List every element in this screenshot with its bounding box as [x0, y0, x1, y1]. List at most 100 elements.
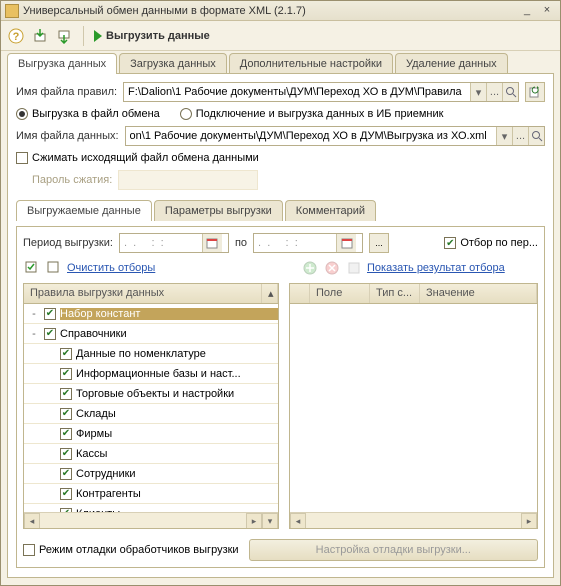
close-button[interactable]: × — [538, 4, 556, 18]
filter-grid-empty — [290, 304, 537, 512]
titlebar: Универсальный обмен данными в формате XM… — [1, 1, 560, 21]
radio-file[interactable]: Выгрузка в файл обмена — [16, 108, 160, 120]
tree-node[interactable]: ✔Контрагенты — [24, 484, 278, 504]
period-from — [119, 233, 229, 253]
rules-file-dropdown[interactable]: ▾ — [470, 83, 486, 101]
period-to-label: по — [235, 237, 247, 249]
tree-node[interactable]: ✔Клиенты — [24, 504, 278, 512]
rules-tree-pane: Правила выгрузки данных ▴ -✔Набор конста… — [23, 283, 279, 529]
scroll-right-icon[interactable]: ▸ — [246, 513, 262, 529]
compress-label: Сжимать исходящий файл обмена данными — [32, 152, 259, 164]
tree-node-label: Кассы — [76, 448, 278, 460]
radio-ib[interactable]: Подключение и выгрузка данных в ИБ прием… — [180, 108, 444, 120]
tab-body: Имя файла правил: ▾ ... Выгрузка в файл … — [7, 73, 554, 578]
data-file-search[interactable] — [528, 127, 544, 145]
tree-header-scroll-up[interactable]: ▴ — [262, 284, 278, 303]
scroll-down-icon[interactable]: ▾ — [262, 513, 278, 529]
uncheck-all-icon[interactable] — [45, 259, 63, 277]
add-filter-icon[interactable] — [301, 259, 319, 277]
scroll-right-icon[interactable]: ▸ — [521, 513, 537, 529]
subtab-comment[interactable]: Комментарий — [285, 200, 376, 221]
save-icon[interactable] — [55, 27, 73, 45]
data-file-input[interactable] — [126, 127, 496, 145]
tree-node[interactable]: ✔Фирмы — [24, 424, 278, 444]
run-button[interactable]: Выгрузить данные — [94, 30, 210, 42]
tree-checkbox-icon[interactable]: ✔ — [60, 488, 72, 500]
load-icon[interactable] — [31, 27, 49, 45]
remove-filter-icon[interactable] — [323, 259, 341, 277]
checkbox-icon — [23, 544, 35, 556]
tree-header-label: Правила выгрузки данных — [24, 284, 262, 303]
tree-node[interactable]: ✔Торговые объекты и настройки — [24, 384, 278, 404]
debug-checkbox[interactable]: Режим отладки обработчиков выгрузки — [23, 544, 239, 556]
toolbar-separator — [83, 26, 84, 46]
debug-config-button[interactable]: Настройка отладки выгрузки... — [249, 539, 538, 561]
tree-node[interactable]: ✔Склады — [24, 404, 278, 424]
minimize-button[interactable]: _ — [518, 4, 536, 18]
tree-checkbox-icon[interactable]: ✔ — [44, 308, 56, 320]
help-icon[interactable]: ? — [7, 27, 25, 45]
tree-node[interactable]: -✔Набор констант — [24, 304, 278, 324]
tree-node[interactable]: -✔Справочники — [24, 324, 278, 344]
tree-header: Правила выгрузки данных ▴ — [24, 284, 278, 304]
calendar-icon[interactable] — [336, 234, 356, 252]
tab-settings[interactable]: Дополнительные настройки — [229, 53, 393, 74]
tree-checkbox-icon[interactable]: ✔ — [60, 428, 72, 440]
tree-node[interactable]: ✔Информационные базы и наст... — [24, 364, 278, 384]
col-blank — [290, 284, 310, 303]
app-icon — [5, 4, 19, 18]
tab-import[interactable]: Загрузка данных — [119, 53, 227, 74]
period-filter-checkbox[interactable]: ✔ Отбор по пер... — [444, 237, 538, 249]
rules-tree[interactable]: -✔Набор констант-✔Справочники✔Данные по … — [24, 304, 278, 512]
tree-node[interactable]: ✔ Кассы — [24, 444, 278, 464]
data-file-browse[interactable]: ... — [512, 127, 528, 145]
play-icon — [94, 30, 102, 42]
tree-toggle-icon[interactable]: - — [28, 308, 40, 320]
period-to — [253, 233, 363, 253]
clear-filters-link[interactable]: Очистить отборы — [67, 262, 155, 274]
show-result-link[interactable]: Показать результат отбора — [367, 262, 505, 274]
data-file-dropdown[interactable]: ▾ — [496, 127, 512, 145]
rules-file-browse[interactable]: ... — [486, 83, 502, 101]
subtab-params[interactable]: Параметры выгрузки — [154, 200, 283, 221]
debug-label: Режим отладки обработчиков выгрузки — [39, 544, 239, 556]
password-input — [118, 170, 258, 190]
tab-delete[interactable]: Удаление данных — [395, 53, 508, 74]
tree-node-label: Сотрудники — [76, 468, 278, 480]
period-to-input[interactable] — [254, 237, 336, 249]
tree-h-scrollbar[interactable]: ◂ ▸ ▾ — [24, 512, 278, 528]
scroll-left-icon[interactable]: ◂ — [290, 513, 306, 529]
tree-checkbox-icon[interactable]: ✔ — [60, 348, 72, 360]
scroll-left-icon[interactable]: ◂ — [24, 513, 40, 529]
tree-checkbox-icon[interactable]: ✔ — [44, 328, 56, 340]
filter-h-scrollbar[interactable]: ◂ ▸ — [290, 512, 537, 528]
tree-checkbox-icon[interactable]: ✔ — [60, 388, 72, 400]
tree-node[interactable]: ✔Данные по номенклатуре — [24, 344, 278, 364]
sub-body: Период выгрузки: по ... — [16, 226, 545, 568]
period-picker-button[interactable]: ... — [369, 233, 389, 253]
tree-checkbox-icon[interactable]: ✔ — [60, 448, 72, 460]
tree-toggle-icon[interactable]: - — [28, 328, 40, 340]
rules-file-label: Имя файла правил: — [16, 86, 117, 98]
tree-node[interactable]: ✔ Сотрудники — [24, 464, 278, 484]
calendar-icon[interactable] — [202, 234, 222, 252]
scroll-track[interactable] — [40, 513, 246, 528]
scroll-track[interactable] — [306, 513, 521, 528]
radio-dot-icon — [180, 108, 192, 120]
period-label: Период выгрузки: — [23, 237, 113, 249]
tree-checkbox-icon[interactable]: ✔ — [60, 468, 72, 480]
check-all-icon[interactable] — [23, 259, 41, 277]
tree-checkbox-icon[interactable]: ✔ — [60, 408, 72, 420]
subtab-data[interactable]: Выгружаемые данные — [16, 200, 152, 221]
period-from-input[interactable] — [120, 237, 202, 249]
compress-checkbox[interactable]: Сжимать исходящий файл обмена данными — [16, 152, 545, 164]
filter-settings-icon[interactable] — [345, 259, 363, 277]
col-value: Значение — [420, 284, 537, 303]
rules-file-input[interactable] — [124, 83, 470, 101]
rules-file-search[interactable] — [502, 83, 518, 101]
rules-file-reload-icon[interactable] — [525, 82, 545, 102]
tree-checkbox-icon[interactable]: ✔ — [60, 368, 72, 380]
period-filter-label: Отбор по пер... — [460, 237, 538, 249]
data-file-input-wrap: ▾ ... — [125, 126, 545, 146]
tab-export[interactable]: Выгрузка данных — [7, 53, 117, 74]
